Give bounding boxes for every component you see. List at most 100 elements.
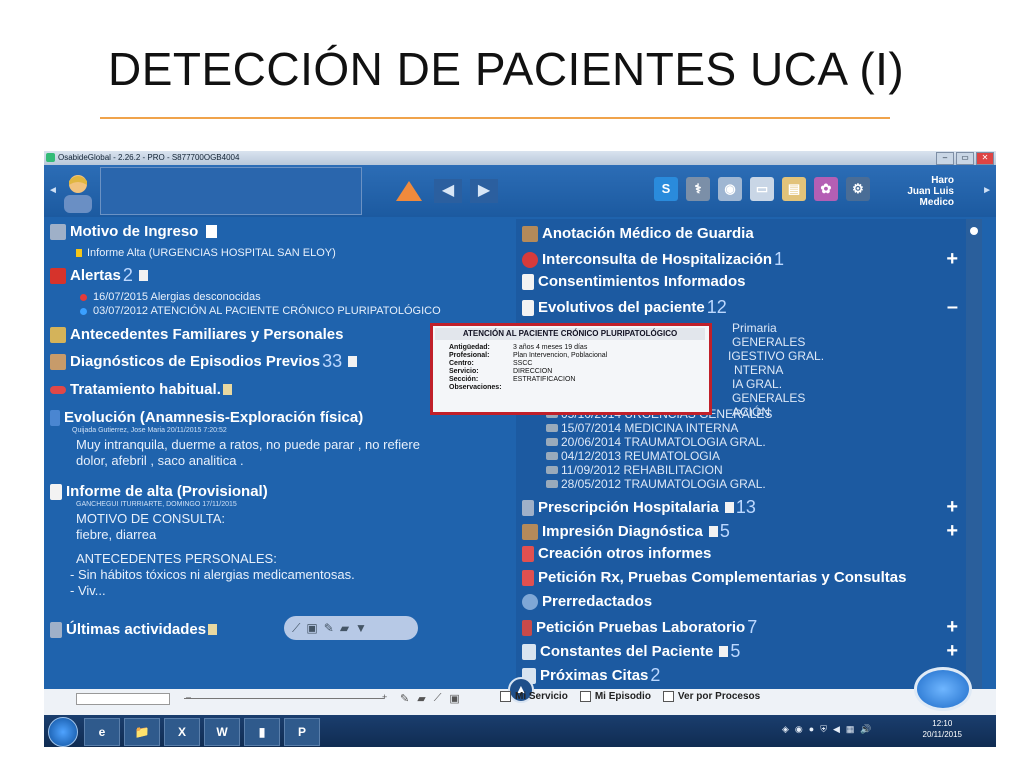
note-icon[interactable] (724, 502, 734, 513)
evolutivo-item[interactable]: 28/05/2012 TRAUMATOLOGIA GRAL. (546, 477, 766, 491)
xray-icon[interactable]: ▣ (449, 692, 459, 705)
mi-episodio-option[interactable]: Mi Episodio (579, 691, 651, 702)
folder-icon[interactable] (222, 384, 232, 395)
expand-button[interactable]: + (946, 496, 958, 519)
card-icon[interactable]: ▭ (750, 177, 774, 201)
collapse-button[interactable]: – (947, 296, 958, 319)
anotacion-section[interactable]: Anotación Médico de Guardia (522, 225, 962, 242)
tray-icon[interactable]: ◉ (795, 724, 803, 735)
s-icon[interactable]: S (654, 177, 678, 201)
minimize-button[interactable]: – (936, 152, 954, 165)
alert-triangle-icon[interactable] (396, 181, 422, 201)
evolutivo-item[interactable]: NTERNA (734, 363, 783, 377)
expand-button[interactable]: + (946, 520, 958, 543)
informe-alta-urgencias[interactable]: Informe Alta (URGENCIAS HOSPITAL SAN ELO… (76, 247, 336, 259)
evolutivo-item[interactable]: 04/12/2013 REUMATOLOGIA (546, 449, 720, 463)
tree-icon[interactable]: ✿ (814, 177, 838, 201)
search-input[interactable] (76, 693, 170, 705)
back-button[interactable]: ◀ (434, 179, 462, 203)
evolutivo-item[interactable]: 15/07/2014 MEDICINA INTERNA (546, 421, 738, 435)
doctor-icon[interactable]: ⚕ (686, 177, 710, 201)
excel-icon[interactable]: X (164, 718, 200, 746)
zoom-in-icon[interactable]: + (382, 692, 387, 702)
syringe-icon[interactable]: ⟋ (434, 692, 442, 705)
forward-button[interactable]: ▶ (470, 179, 498, 203)
expand-button[interactable]: + (946, 616, 958, 639)
constantes-section[interactable]: Constantes del Paciente 5 + (522, 640, 962, 663)
gear-icon[interactable]: ⚙ (846, 177, 870, 201)
zoom-out-icon[interactable]: – (186, 692, 191, 702)
diagnosticos-section[interactable]: Diagnósticos de Episodios Previos 33 (50, 351, 358, 372)
note-icon[interactable] (708, 526, 718, 537)
ultimas-actividades-section[interactable]: Últimas actividades (50, 621, 218, 638)
mi-servicio-checkbox[interactable] (500, 691, 511, 702)
evolutivo-item[interactable]: GENERALES (732, 391, 805, 405)
tray-icon[interactable]: ◈ (782, 724, 789, 735)
antecedentes-section[interactable]: Antecedentes Familiares y Personales (50, 326, 343, 343)
prescripcion-section[interactable]: Prescripción Hospitalaria 13 + (522, 496, 962, 519)
proximas-citas-section[interactable]: Próximas Citas 2 (522, 665, 962, 686)
mi-servicio-option[interactable]: Mi Servicio (500, 691, 568, 702)
expand-button[interactable]: + (946, 640, 958, 663)
consentimientos-section[interactable]: Consentimientos Informados (522, 273, 962, 290)
motivo-ingreso-section[interactable]: Motivo de Ingreso (50, 223, 218, 240)
informe-alta-section[interactable]: Informe de alta (Provisional) (50, 483, 268, 500)
scroll-thumb[interactable] (970, 227, 978, 235)
evolutivos-section[interactable]: Evolutivos del paciente 12 – (522, 296, 962, 319)
chevron-down-icon[interactable]: ▼ (355, 621, 367, 635)
alertas-section[interactable]: Alertas 2 (50, 265, 148, 286)
syringe-icon[interactable]: ⟋ (292, 621, 300, 636)
volume-icon[interactable]: 🔊 (860, 724, 871, 735)
evolutivo-item[interactable]: 20/06/2014 TRAUMATOLOGIA GRAL. (546, 435, 766, 449)
prerredactados-section[interactable]: Prerredactados (522, 593, 962, 610)
zoom-slider[interactable] (184, 698, 384, 699)
right-scrollbar[interactable] (966, 219, 982, 689)
evolutivo-item[interactable]: IA GRAL. (732, 377, 782, 391)
collapse-left-icon[interactable]: ◄ (48, 185, 58, 196)
note-icon[interactable]: ▰ (417, 692, 425, 705)
evolucion-section[interactable]: Evolución (Anamnesis-Exploración física) (50, 409, 363, 426)
note-icon[interactable] (138, 270, 148, 281)
folder-icon[interactable] (208, 624, 218, 635)
start-button[interactable] (48, 717, 78, 747)
peticion-lab-section[interactable]: Petición Pruebas Laboratorio 7 + (522, 616, 962, 639)
maximize-button[interactable]: ▭ (956, 152, 974, 165)
ver-procesos-option[interactable]: Ver por Procesos (662, 691, 760, 702)
evolutivo-item[interactable]: Primaria (732, 321, 777, 335)
creacion-informes-section[interactable]: Creación otros informes (522, 545, 962, 562)
peticion-rx-section[interactable]: Petición Rx, Pruebas Complementarias y C… (522, 569, 962, 586)
word-icon[interactable]: W (204, 718, 240, 746)
alert-item[interactable]: 16/07/2015 Alergias desconocidas (50, 291, 261, 303)
ie-icon[interactable]: e (84, 718, 120, 746)
collapse-right-icon[interactable]: ► (982, 185, 992, 196)
osabide-icon[interactable]: ▮ (244, 718, 280, 746)
powerpoint-icon[interactable]: P (284, 718, 320, 746)
evolutivo-item[interactable]: IGESTIVO GRAL. (728, 349, 824, 363)
folder-icon[interactable]: ▤ (782, 177, 806, 201)
pen-icon[interactable]: ✎ (400, 692, 409, 705)
tray-icon[interactable]: ● (809, 724, 814, 735)
system-clock[interactable]: 12:10 20/11/2015 (923, 718, 962, 740)
mi-episodio-checkbox[interactable] (579, 691, 591, 702)
interconsulta-section[interactable]: Interconsulta de Hospitalización 1 + (522, 248, 962, 270)
xray-icon[interactable]: ▣ (306, 621, 317, 635)
monitor-icon[interactable]: ◉ (718, 177, 742, 201)
ver-procesos-checkbox[interactable] (662, 691, 674, 702)
shield-icon[interactable]: ⛨ (820, 724, 827, 735)
tray-icon[interactable]: ◀ (833, 724, 840, 735)
evolutivo-item[interactable]: 11/09/2012 REHABILITACION (546, 463, 723, 477)
explorer-icon[interactable]: 📁 (124, 718, 160, 746)
note-icon[interactable]: ▰ (340, 621, 349, 635)
network-icon[interactable]: ▦ (846, 724, 855, 735)
impresion-section[interactable]: Impresión Diagnóstica 5 + (522, 520, 962, 543)
note-icon[interactable] (719, 646, 729, 657)
evolutivo-item[interactable]: GENERALES (732, 335, 805, 349)
patient-avatar-icon[interactable] (58, 171, 98, 213)
alert-item[interactable]: 03/07/2012 ATENCIÓN AL PACIENTE CRÓNICO … (50, 305, 441, 317)
close-button[interactable]: ✕ (976, 152, 994, 165)
tratamiento-section[interactable]: Tratamiento habitual. (50, 381, 232, 398)
main-menu-button[interactable] (914, 667, 972, 711)
pen-icon[interactable]: ✎ (324, 621, 334, 635)
document-icon[interactable] (206, 225, 218, 238)
note-icon[interactable] (348, 356, 358, 367)
